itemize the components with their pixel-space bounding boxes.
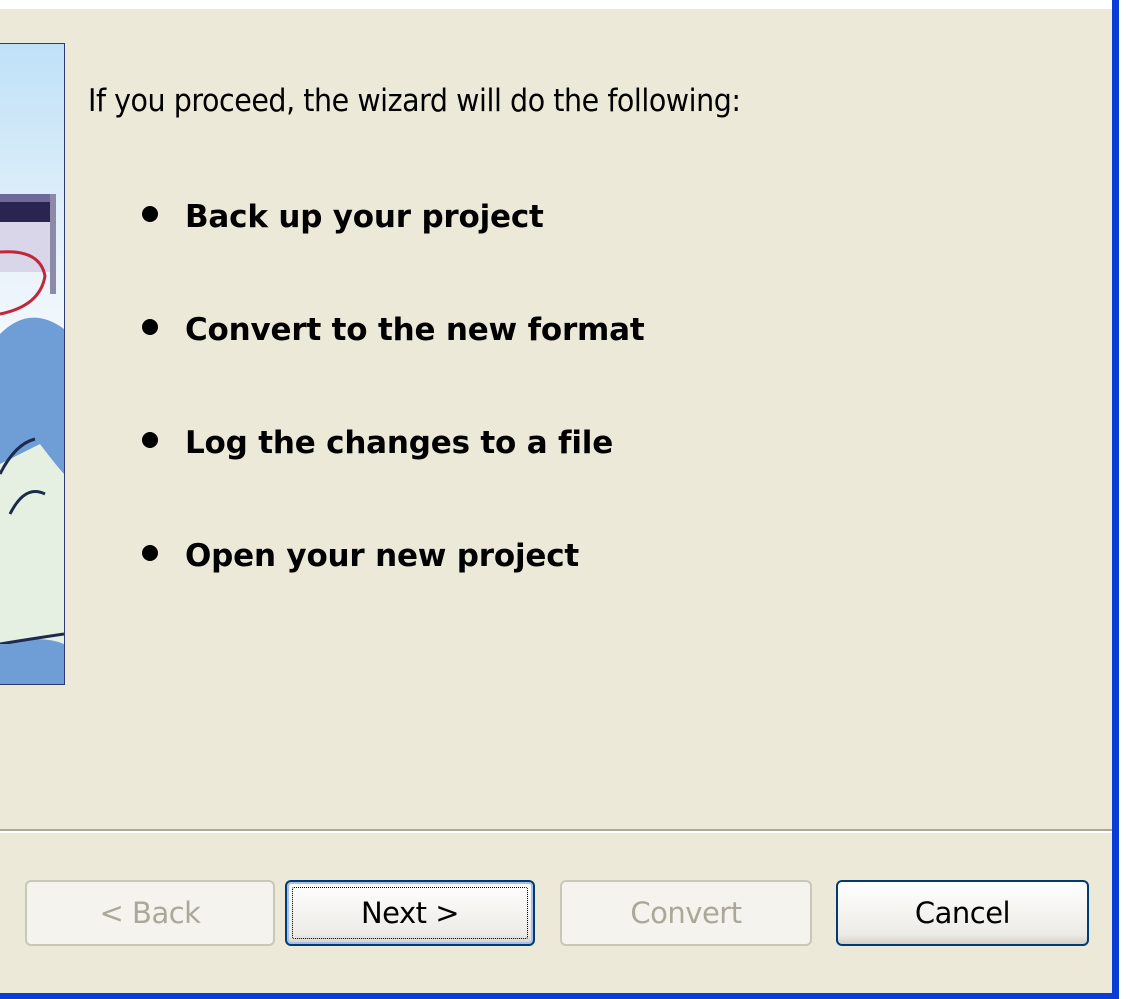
step-label: Open your new project [185,538,580,574]
wizard-dialog: If you proceed, the wizard will do the f… [0,9,1112,993]
bullet-icon [142,545,158,561]
step-label: Back up your project [185,199,544,235]
back-button[interactable]: < Back [25,880,275,946]
bullet-icon [142,206,158,222]
wizard-artwork [0,194,64,684]
step-label: Log the changes to a file [185,425,614,461]
wizard-window: If you proceed, the wizard will do the f… [0,0,1130,999]
window-frame-bottom [0,993,1119,999]
window-frame-right [1112,0,1119,999]
cancel-button-label: Cancel [914,896,1011,930]
bullet-icon [142,319,158,335]
step-label: Convert to the new format [185,312,645,348]
window-frame-edge [1119,0,1130,999]
cancel-button[interactable]: Cancel [836,880,1089,946]
next-button[interactable]: Next > [285,880,535,946]
button-separator [0,829,1112,833]
intro-text: If you proceed, the wizard will do the f… [88,83,741,119]
convert-button-label: Convert [630,896,742,930]
back-button-label: < Back [99,896,201,930]
next-button-label: Next > [360,896,460,930]
convert-button[interactable]: Convert [560,880,812,946]
bullet-icon [142,432,158,448]
wizard-banner-image [0,43,65,685]
